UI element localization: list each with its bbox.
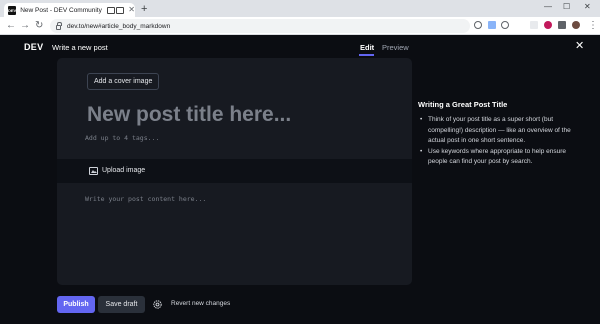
tips-list: Think of your post title as a super shor…	[418, 115, 578, 168]
tab-close-icon[interactable]: ✕	[128, 6, 135, 14]
post-body-input[interactable]: Write your post content here...	[85, 195, 206, 203]
url-text: dev.to/new#article_body_markdown	[67, 22, 171, 30]
avatar[interactable]	[572, 21, 580, 29]
zoom-icon[interactable]	[474, 21, 482, 29]
browser-tab-bar: DEV New Post - DEV Community ✕ + — ☐ ✕	[0, 0, 600, 17]
editor-toolbar: Upload image	[57, 159, 412, 183]
extension-icon[interactable]	[544, 21, 552, 29]
more-menu-icon[interactable]: ⋮	[588, 20, 598, 32]
writing-tips-panel: Writing a Great Post Title Think of your…	[418, 100, 578, 168]
minimize-button[interactable]: —	[544, 1, 552, 13]
puzzle-extensions-icon[interactable]	[558, 21, 566, 29]
editor-card: Add a cover image New post title here...…	[57, 58, 412, 285]
reload-icon[interactable]: ↻	[35, 20, 43, 32]
post-title-input[interactable]: New post title here...	[87, 103, 291, 127]
list-item: Think of your post title as a super shor…	[418, 115, 578, 147]
new-tab-button[interactable]: +	[141, 3, 147, 15]
save-draft-button[interactable]: Save draft	[98, 296, 145, 313]
tab-media-icon	[106, 6, 116, 14]
address-bar[interactable]: dev.to/new#article_body_markdown	[50, 19, 470, 33]
browser-tab[interactable]: DEV New Post - DEV Community ✕	[4, 3, 135, 17]
extension-icon[interactable]	[530, 21, 538, 29]
browser-toolbar: ← → ↻ dev.to/new#article_body_markdown ⋮	[0, 17, 600, 35]
active-tab-indicator	[359, 54, 374, 56]
tags-input[interactable]: Add up to 4 tags...	[85, 134, 159, 142]
star-icon[interactable]	[501, 21, 509, 29]
tab-preview[interactable]: Preview	[382, 43, 409, 52]
post-settings-button[interactable]	[151, 298, 163, 310]
maximize-button[interactable]: ☐	[563, 1, 570, 13]
close-editor-icon[interactable]: ✕	[575, 40, 584, 52]
list-item: Use keywords where appropriate to help e…	[418, 147, 578, 168]
dev-logo[interactable]: DEV	[24, 42, 43, 52]
lock-icon	[56, 21, 62, 30]
translate-icon[interactable]	[488, 21, 496, 29]
add-cover-image-button[interactable]: Add a cover image	[87, 73, 160, 90]
forward-arrow-icon[interactable]: →	[20, 20, 30, 32]
page-title: Write a new post	[52, 43, 108, 52]
revert-changes-button[interactable]: Revert new changes	[171, 300, 230, 307]
tab-edit[interactable]: Edit	[360, 43, 374, 52]
image-icon[interactable]	[89, 167, 98, 175]
tab-title: New Post - DEV Community	[20, 6, 102, 14]
upload-image-button[interactable]: Upload image	[102, 167, 145, 174]
tips-title: Writing a Great Post Title	[418, 100, 508, 109]
back-arrow-icon[interactable]: ←	[6, 20, 16, 32]
tab-media-icon	[116, 6, 125, 14]
publish-button[interactable]: Publish	[57, 296, 95, 313]
dev-favicon-icon: DEV	[8, 5, 17, 15]
app-header: DEV Write a new post Edit Preview ✕	[0, 36, 600, 58]
window-close-button[interactable]: ✕	[584, 1, 591, 13]
gear-icon	[152, 299, 162, 309]
